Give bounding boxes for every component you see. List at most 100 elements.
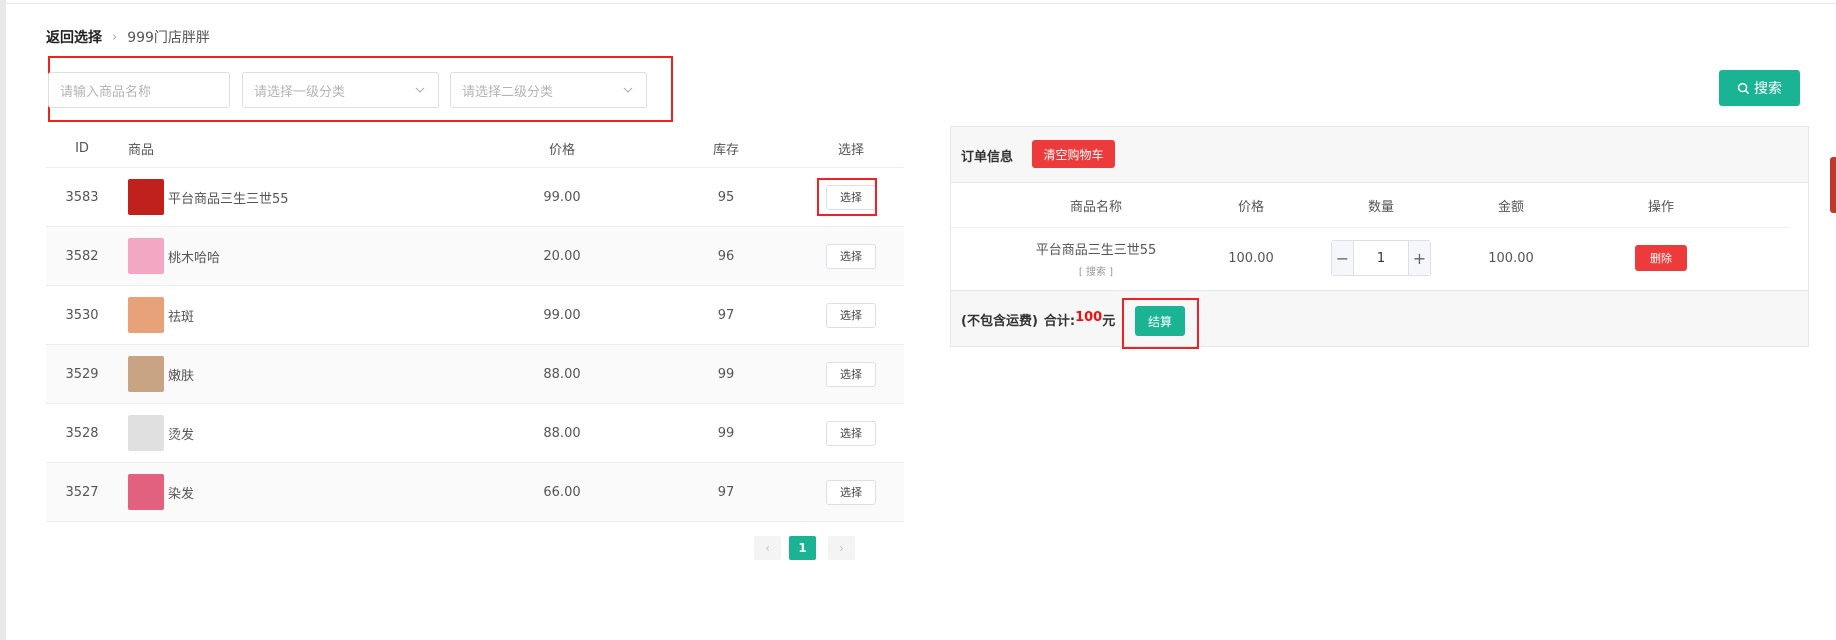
- header-select: 选择: [837, 142, 864, 158]
- clear-cart-button[interactable]: 清空购物车: [1032, 140, 1115, 168]
- select-button[interactable]: 选择: [826, 361, 876, 387]
- header-product: 商品: [128, 142, 155, 158]
- select-button[interactable]: 选择: [826, 302, 876, 328]
- row-id: 3530: [65, 307, 99, 323]
- pagination-next-button[interactable]: ›: [828, 536, 855, 560]
- quantity-decrease-button[interactable]: −: [1332, 241, 1354, 275]
- table-row: 3530 祛斑 99.00 97 选择: [46, 286, 904, 345]
- product-thumbnail: [128, 356, 164, 392]
- table-row: 3583 平台商品三生三世55 99.00 95 选择: [46, 168, 904, 227]
- row-product-name: 祛斑: [168, 309, 195, 325]
- table-row: 3529 嫩肤 88.00 99 选择: [46, 345, 904, 404]
- shipping-note: (不包含运费): [961, 314, 1038, 329]
- order-item-amount: 100.00: [1488, 250, 1534, 266]
- product-table: ID 商品 价格 库存 选择 3583 平台商品三生三世55 99.00 95 选择 35…: [46, 129, 904, 522]
- order-total-text: (不包含运费) 合计: 100 元: [961, 310, 1115, 329]
- row-product-name: 桃木哈哈: [168, 250, 221, 266]
- category-level1-select[interactable]: 请选择一级分类: [242, 72, 439, 108]
- table-row: 3582 桃木哈哈 20.00 96 选择: [46, 227, 904, 286]
- row-product-name: 烫发: [168, 427, 195, 443]
- top-divider: [6, 3, 1836, 4]
- product-thumbnail: [128, 297, 164, 333]
- chevron-right-icon: ›: [112, 29, 118, 45]
- search-icon: [1737, 82, 1750, 94]
- table-row: 3528 烫发 88.00 99 选择: [46, 404, 904, 463]
- header-price: 价格: [548, 142, 575, 158]
- header-stock: 库存: [712, 142, 739, 158]
- row-price: 66.00: [543, 484, 581, 500]
- pagination-prev-button[interactable]: ‹: [754, 536, 781, 560]
- row-product-name: 平台商品三生三世55: [168, 191, 289, 207]
- product-name-placeholder: 请输入商品名称: [60, 84, 152, 100]
- order-panel-footer: (不包含运费) 合计: 100 元 结算: [951, 290, 1808, 349]
- product-thumbnail: [128, 238, 164, 274]
- row-stock: 97: [717, 307, 735, 323]
- row-select-cell: 选择: [811, 404, 891, 462]
- total-currency: 元: [1102, 314, 1116, 329]
- select-button[interactable]: 选择: [826, 243, 876, 269]
- product-thumbnail: [128, 474, 164, 510]
- quantity-increase-button[interactable]: +: [1408, 241, 1430, 275]
- chevron-down-icon: [623, 87, 633, 93]
- scroll-edge-marker: [1830, 157, 1836, 213]
- product-thumbnail: [128, 415, 164, 451]
- row-stock: 99: [717, 366, 735, 382]
- select-button[interactable]: 选择: [826, 479, 876, 505]
- row-product: 染发: [128, 463, 448, 521]
- select-button[interactable]: 选择: [826, 420, 876, 446]
- order-header-operation: 操作: [1647, 199, 1674, 215]
- row-select-cell: 选择: [811, 227, 891, 285]
- order-item-price: 100.00: [1228, 250, 1274, 266]
- order-item-qty-cell: − 1 +: [1321, 228, 1441, 288]
- row-product: 桃木哈哈: [128, 227, 448, 285]
- row-price: 99.00: [543, 307, 581, 323]
- row-price: 20.00: [543, 248, 581, 264]
- order-item-tag: [ 搜索 ]: [1078, 266, 1114, 278]
- row-stock: 96: [717, 248, 735, 264]
- order-header-name: 商品名称: [1069, 199, 1122, 215]
- left-rail: [0, 0, 6, 640]
- order-table-header: 商品名称 价格 数量 金额 操作: [951, 183, 1789, 228]
- row-price: 88.00: [543, 366, 581, 382]
- order-item-row: 平台商品三生三世55 [ 搜索 ] 100.00 − 1 + 100.00 删除: [951, 228, 1789, 288]
- row-stock: 95: [717, 189, 735, 205]
- table-row: 3527 染发 66.00 97 选择: [46, 463, 904, 522]
- row-id: 3582: [65, 248, 99, 264]
- select-button-highlight: [817, 178, 877, 216]
- breadcrumb-current: 999门店胖胖: [127, 30, 210, 46]
- row-stock: 99: [717, 425, 735, 441]
- row-id: 3528: [65, 425, 99, 441]
- product-name-input[interactable]: 请输入商品名称: [48, 72, 230, 108]
- header-id: ID: [75, 140, 89, 156]
- order-panel: 订单信息 清空购物车 商品名称 价格 数量 金额 操作 平台商品三生三世55 […: [950, 126, 1809, 349]
- page: 返回选择 › 999门店胖胖 请输入商品名称 请选择一级分类 请选择二级分类 搜…: [0, 0, 1836, 640]
- product-table-header: ID 商品 价格 库存 选择: [46, 129, 904, 168]
- order-item-op-cell: 删除: [1601, 228, 1721, 288]
- row-product-name: 染发: [168, 486, 195, 502]
- row-id: 3583: [65, 189, 99, 205]
- quantity-stepper: − 1 +: [1331, 240, 1431, 276]
- total-amount: 100: [1075, 310, 1103, 325]
- row-select-cell: 选择: [811, 463, 891, 521]
- category-level2-select[interactable]: 请选择二级分类: [450, 72, 647, 108]
- row-id: 3527: [65, 484, 99, 500]
- search-button-label: 搜索: [1754, 81, 1782, 97]
- product-thumbnail: [128, 179, 164, 215]
- row-price: 99.00: [543, 189, 581, 205]
- quantity-input[interactable]: 1: [1354, 241, 1408, 275]
- search-button[interactable]: 搜索: [1719, 70, 1800, 106]
- breadcrumb: 返回选择 › 999门店胖胖: [46, 27, 210, 47]
- checkout-button[interactable]: 结算: [1135, 306, 1185, 336]
- filter-group-highlight: 请输入商品名称 请选择一级分类 请选择二级分类: [48, 56, 673, 122]
- order-panel-title: 订单信息: [961, 150, 1014, 165]
- row-product: 嫩肤: [128, 345, 448, 403]
- row-price: 88.00: [543, 425, 581, 441]
- order-header-amount: 金额: [1497, 199, 1524, 215]
- delete-item-button[interactable]: 删除: [1635, 245, 1687, 271]
- pagination-page-1[interactable]: 1: [789, 536, 816, 560]
- breadcrumb-back-link[interactable]: 返回选择: [46, 27, 102, 47]
- row-product-name: 嫩肤: [168, 368, 195, 384]
- row-select-cell: 选择: [811, 345, 891, 403]
- row-id: 3529: [65, 366, 99, 382]
- category-level2-placeholder: 请选择二级分类: [462, 84, 554, 100]
